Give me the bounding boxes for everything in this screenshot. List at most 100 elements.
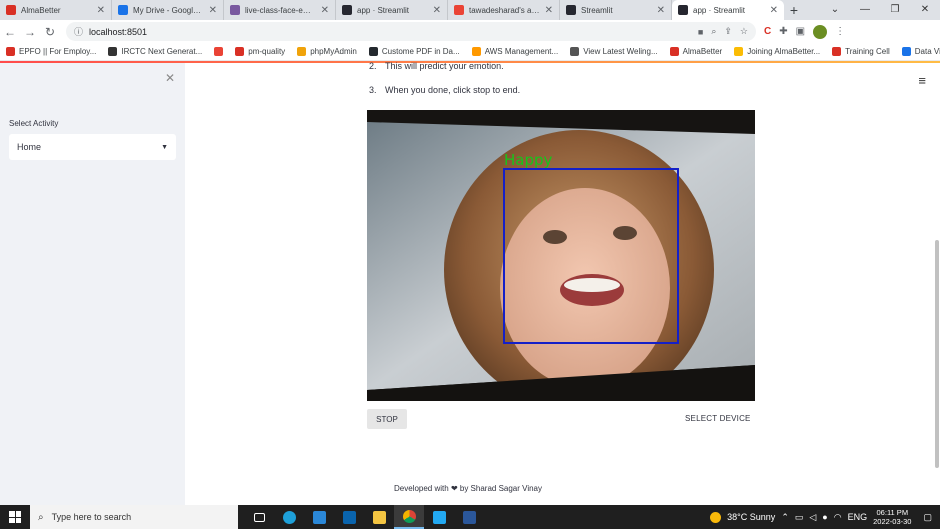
mic-icon[interactable]: ● [822, 512, 827, 522]
bookmark-item[interactable]: View Latest Weling... [570, 47, 658, 56]
clock[interactable]: 06:11 PM 2022-03-30 [873, 508, 911, 526]
new-tab-button[interactable]: + [784, 0, 804, 20]
webcam-video-frame: Happy [367, 110, 755, 401]
battery-icon[interactable]: ▭ [795, 512, 804, 523]
chevron-up-icon[interactable]: ⌃ [781, 512, 789, 523]
tab-6[interactable]: app · Streamlit ✕ [672, 0, 784, 20]
window-controls: ⌄ — ❐ ✕ [820, 0, 940, 20]
share-icon[interactable]: ⇪ [724, 26, 732, 37]
weather-text[interactable]: 38°C Sunny [727, 512, 775, 522]
scrollbar[interactable] [934, 63, 940, 505]
avatar[interactable] [813, 24, 828, 39]
bookmark-item[interactable]: AlmaBetter [669, 47, 723, 56]
notification-icon[interactable]: ▢ [923, 512, 932, 523]
minimize-icon[interactable]: — [850, 0, 880, 20]
bookmark-favicon-icon [6, 47, 15, 56]
bookmark-item[interactable]: IRCTC Next Generat... [108, 47, 202, 56]
close-tab-icon[interactable]: ✕ [545, 5, 553, 16]
close-tab-icon[interactable]: ✕ [321, 5, 329, 16]
close-tab-icon[interactable]: ✕ [97, 5, 105, 16]
close-tab-icon[interactable]: ✕ [433, 5, 441, 16]
wifi-icon[interactable]: ◠ [834, 512, 842, 523]
bookmark-item[interactable] [214, 47, 224, 56]
bookmark-favicon-icon [297, 47, 307, 56]
bookmark-label: Data Visualization... [914, 47, 940, 56]
tab-1[interactable]: My Drive - Google Drive ✕ [112, 0, 224, 20]
language-indicator[interactable]: ENG [848, 512, 868, 522]
reload-icon[interactable]: ↻ [40, 25, 60, 39]
extension-icon[interactable]: C [764, 26, 771, 37]
tab-0[interactable]: AlmaBetter ✕ [0, 0, 112, 20]
sidepanel-icon[interactable]: ▣ [796, 26, 805, 37]
bookmark-favicon-icon [570, 47, 580, 56]
streamlit-icon [678, 5, 688, 15]
tab-5[interactable]: Streamlit ✕ [560, 0, 672, 20]
scrollbar-thumb[interactable] [935, 240, 939, 468]
camera-icon[interactable]: ■ [698, 27, 703, 37]
bookmark-item[interactable]: AWS Management... [471, 47, 558, 56]
bookmark-item[interactable]: pm-quality [235, 47, 285, 56]
clock-date: 2022-03-30 [873, 517, 912, 526]
bookmark-star-icon[interactable]: ☆ [740, 26, 748, 37]
windows-logo-icon [9, 511, 21, 523]
bookmark-item[interactable]: Joining AlmaBetter... [734, 47, 820, 56]
bookmark-item[interactable]: Custome PDF in Da... [368, 47, 460, 56]
word-icon[interactable] [454, 505, 484, 529]
volume-icon[interactable]: ◁ [809, 512, 816, 523]
bookmark-label: IRCTC Next Generat... [121, 47, 203, 56]
stop-button[interactable]: STOP [367, 409, 407, 429]
step-text: When you done, click stop to end. [385, 85, 521, 95]
edge-icon[interactable] [274, 505, 304, 529]
tab-search-icon[interactable]: ⌄ [820, 0, 850, 20]
tab-3[interactable]: app · Streamlit ✕ [336, 0, 448, 20]
streamlit-icon [566, 5, 576, 15]
back-icon[interactable]: ← [0, 25, 20, 39]
close-icon[interactable]: ✕ [165, 71, 175, 85]
weather-icon [710, 511, 722, 523]
webcam-image [367, 110, 755, 401]
store-icon[interactable] [304, 505, 334, 529]
taskbar-apps [244, 505, 484, 529]
vscode-icon[interactable] [424, 505, 454, 529]
url-text: localhost:8501 [89, 26, 148, 37]
url-bar[interactable]: ⓘ localhost:8501 ■ ⌕ ⇪ ☆ [66, 22, 756, 41]
bookmark-favicon-icon [108, 47, 118, 56]
taskbar-search[interactable]: ⌕ Type here to search [30, 505, 238, 529]
task-view-icon[interactable] [244, 505, 274, 529]
bookmark-item[interactable]: EPFO || For Employ... [6, 47, 96, 56]
tab-4[interactable]: tawadesharad's apps ✕ [448, 0, 560, 20]
close-window-icon[interactable]: ✕ [910, 0, 940, 20]
step-number: 3. [369, 85, 377, 95]
bookmark-favicon-icon [734, 47, 744, 56]
bookmark-favicon-icon [214, 47, 224, 56]
forward-icon[interactable]: → [20, 25, 40, 39]
menu-dots-icon[interactable]: ⋮ [835, 26, 845, 37]
tab-2[interactable]: live-class-face-emotion ✕ [224, 0, 336, 20]
bookmark-label: AlmaBetter [682, 47, 723, 56]
mail-icon[interactable] [334, 505, 364, 529]
hamburger-menu-icon[interactable]: ≡ [918, 73, 926, 88]
bookmark-item[interactable]: phpMyAdmin [297, 47, 357, 56]
browser-tab-strip: AlmaBetter✕My Drive - Google Drive✕live-… [0, 0, 940, 20]
close-tab-icon[interactable]: ✕ [657, 5, 665, 16]
start-button[interactable] [0, 511, 30, 523]
maximize-icon[interactable]: ❐ [880, 0, 910, 20]
bookmark-item[interactable]: Training Cell [832, 47, 890, 56]
bookmark-item[interactable]: Data Visualization... [901, 47, 940, 56]
bookmark-favicon-icon [235, 47, 245, 56]
tab-title: tawadesharad's apps [469, 5, 541, 15]
windows-taskbar: ⌕ Type here to search 38°C Sunny ⌃ ▭ ◁ ●… [0, 505, 940, 529]
activity-select[interactable]: Home ▼ [9, 134, 176, 160]
bookmark-label: EPFO || For Employ... [19, 47, 97, 56]
site-info-icon[interactable]: ⓘ [74, 25, 83, 38]
puzzle-icon[interactable]: ✚ [779, 26, 787, 37]
heart-icon: ❤ [450, 484, 458, 493]
bookmarks-bar: EPFO || For Employ... IRCTC Next Generat.… [0, 43, 940, 61]
select-device-button[interactable]: SELECT DEVICE [685, 414, 751, 423]
chrome-icon[interactable] [394, 505, 424, 529]
zoom-icon[interactable]: ⌕ [711, 26, 716, 37]
file-explorer-icon[interactable] [364, 505, 394, 529]
close-tab-icon[interactable]: ✕ [209, 5, 217, 16]
close-tab-icon[interactable]: ✕ [770, 5, 778, 16]
tab-list: AlmaBetter✕My Drive - Google Drive✕live-… [0, 0, 784, 20]
